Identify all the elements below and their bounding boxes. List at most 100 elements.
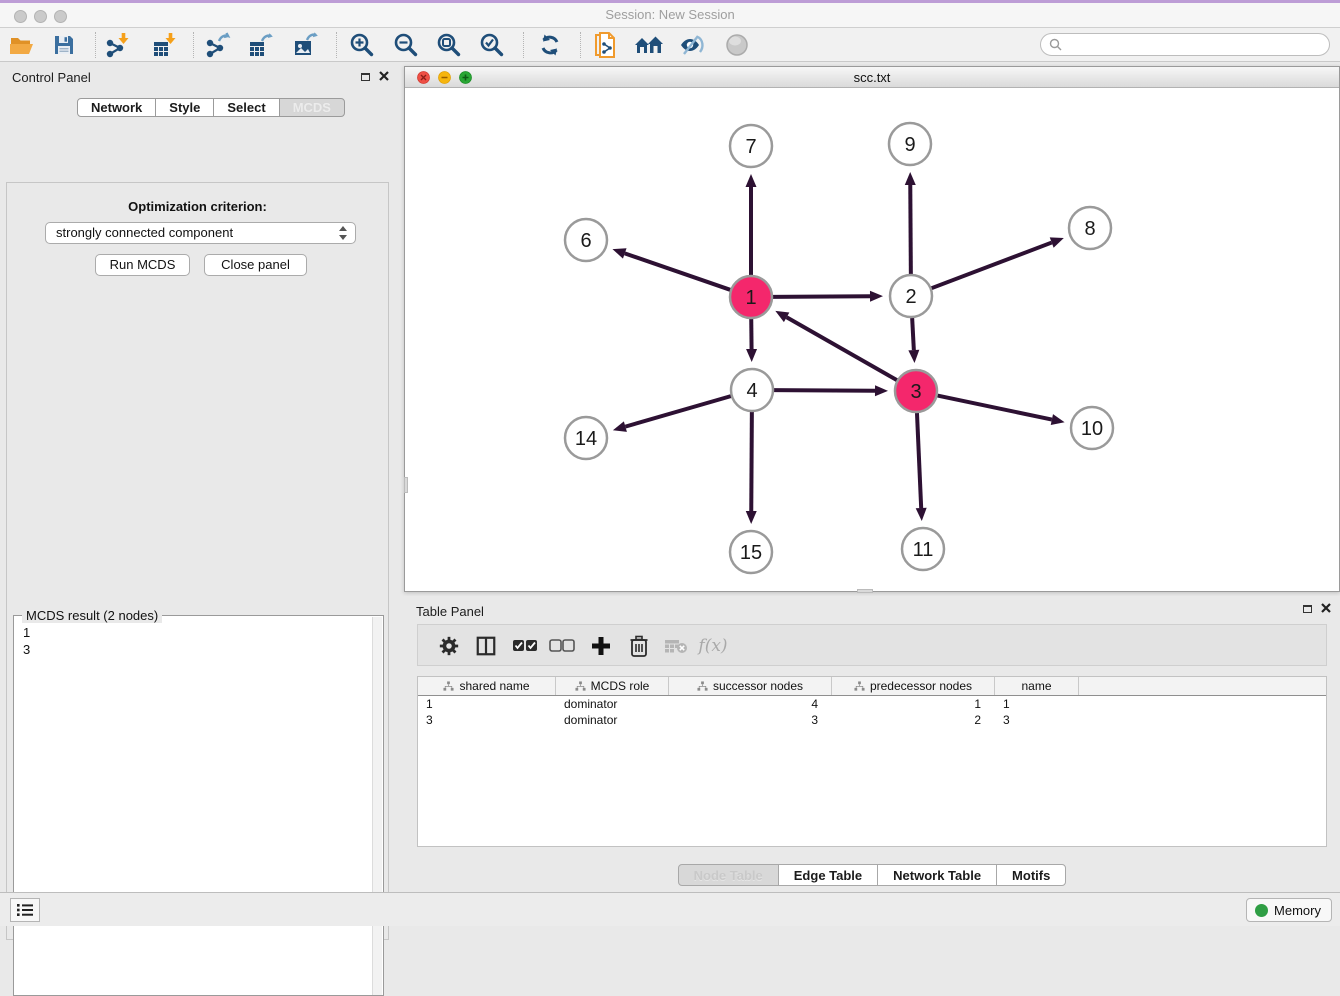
graph-edge-2-3[interactable] xyxy=(912,318,914,350)
table-cell: dominator xyxy=(556,712,669,728)
search-field[interactable] xyxy=(1040,33,1330,56)
run-mcds-button[interactable]: Run MCDS xyxy=(95,254,190,276)
open-session-button[interactable] xyxy=(7,31,37,59)
create-column-button[interactable] xyxy=(586,632,616,660)
zoom-selected-icon xyxy=(479,32,505,58)
table-row[interactable]: 3dominator323 xyxy=(418,712,1326,728)
column-header-predecessor-nodes[interactable]: predecessor nodes xyxy=(832,677,995,695)
select-all-columns-button[interactable] xyxy=(510,632,540,660)
tab-edge-table[interactable]: Edge Table xyxy=(778,864,878,886)
control-panel-title: Control Panel xyxy=(12,70,91,85)
mcds-result-value: 1 xyxy=(23,624,30,641)
export-network-icon xyxy=(205,32,231,58)
graph-edge-3-11[interactable] xyxy=(917,413,921,508)
graph-edge-1-6[interactable] xyxy=(625,253,730,289)
tab-network[interactable]: Network xyxy=(77,98,156,117)
table-settings-button[interactable] xyxy=(434,632,464,660)
zoom-selected-button[interactable] xyxy=(477,31,507,59)
save-session-button[interactable] xyxy=(49,31,79,59)
column-header-label: MCDS role xyxy=(591,679,650,693)
graph-edge-2-8[interactable] xyxy=(932,243,1052,289)
node-table-body: 1dominator4113dominator323 xyxy=(418,696,1326,728)
toolbar-separator xyxy=(523,32,524,58)
optimization-criterion-value: strongly connected component xyxy=(56,225,233,240)
houses-icon xyxy=(634,33,664,57)
sphere-button[interactable] xyxy=(722,31,752,59)
mcds-result-title: MCDS result (2 nodes) xyxy=(22,608,162,623)
optimization-criterion-select[interactable]: strongly connected component xyxy=(45,222,356,244)
search-input[interactable] xyxy=(1067,38,1329,52)
window-titlebar: Session: New Session xyxy=(0,0,1340,28)
control-panel-close-icon[interactable] xyxy=(378,70,390,82)
graph-edge-arrowhead xyxy=(746,174,757,187)
task-history-button[interactable] xyxy=(10,898,40,922)
graph-edge-arrowhead xyxy=(612,248,626,258)
column-header-name[interactable]: name xyxy=(995,677,1079,695)
graph-edge-3-10[interactable] xyxy=(938,396,1052,420)
graph-edge-4-3[interactable] xyxy=(774,390,875,391)
tab-network-table[interactable]: Network Table xyxy=(877,864,997,886)
column-header-shared-name[interactable]: shared name xyxy=(418,677,556,695)
graph-node-label: 10 xyxy=(1081,418,1103,440)
table-row[interactable]: 1dominator411 xyxy=(418,696,1326,712)
column-sort-icon xyxy=(443,681,454,692)
graph-edge-4-15[interactable] xyxy=(751,412,752,511)
network-window-titlebar: scc.txt xyxy=(405,67,1339,88)
import-network-button[interactable] xyxy=(103,31,133,59)
splitter-grip-horizontal[interactable] xyxy=(857,589,873,593)
main-toolbar xyxy=(0,28,1340,62)
export-network-button[interactable] xyxy=(203,31,233,59)
ndex-button[interactable] xyxy=(634,31,664,59)
delete-table-button[interactable] xyxy=(661,632,691,660)
mcds-result-scrollbar[interactable] xyxy=(372,617,382,995)
open-folder-icon xyxy=(9,33,35,57)
network-canvas[interactable]: 7968124314101511 xyxy=(405,88,1339,591)
graph-edge-4-14[interactable] xyxy=(625,396,730,427)
tab-node-table[interactable]: Node Table xyxy=(678,864,779,886)
graph-node-label: 6 xyxy=(580,230,591,252)
zoom-fit-button[interactable] xyxy=(434,31,464,59)
zoom-in-icon xyxy=(349,32,375,58)
column-header-MCDS-role[interactable]: MCDS role xyxy=(556,677,669,695)
table-panel-close-icon[interactable] xyxy=(1320,602,1332,614)
import-table-button[interactable] xyxy=(150,31,180,59)
graph-edge-3-1[interactable] xyxy=(787,317,897,380)
graph-node-label: 8 xyxy=(1084,218,1095,240)
unselect-all-columns-button[interactable] xyxy=(547,632,577,660)
gear-icon xyxy=(438,635,460,657)
column-header-successor-nodes[interactable]: successor nodes xyxy=(669,677,832,695)
export-image-button[interactable] xyxy=(291,31,321,59)
show-column-panel-button[interactable] xyxy=(471,632,501,660)
table-panel-float-icon[interactable] xyxy=(1303,605,1312,613)
control-panel-float-icon[interactable] xyxy=(361,73,370,81)
apply-layout-refresh-icon xyxy=(538,33,562,57)
toolbar-separator xyxy=(336,32,337,58)
function-builder-button[interactable]: f(x) xyxy=(698,632,728,660)
graph-edge-1-2[interactable] xyxy=(773,296,870,297)
hide-panel-button[interactable] xyxy=(677,31,707,59)
export-table-button[interactable] xyxy=(246,31,276,59)
close-panel-button[interactable]: Close panel xyxy=(204,254,307,276)
clone-network-button[interactable] xyxy=(590,31,620,59)
table-cell: 1 xyxy=(995,696,1079,712)
zoom-fit-icon xyxy=(436,32,462,58)
list-icon xyxy=(16,903,34,917)
table-cell: 3 xyxy=(995,712,1079,728)
fx-icon: f(x) xyxy=(698,636,727,656)
graph-edge-2-9[interactable] xyxy=(910,185,911,274)
zoom-out-button[interactable] xyxy=(391,31,421,59)
tab-style[interactable]: Style xyxy=(155,98,214,117)
tab-select[interactable]: Select xyxy=(213,98,279,117)
splitter-grip-vertical[interactable] xyxy=(404,477,408,493)
apply-layout-button[interactable] xyxy=(535,31,565,59)
import-network-icon xyxy=(105,32,131,58)
tab-mcds[interactable]: MCDS xyxy=(279,98,345,117)
graph-edge-arrowhead xyxy=(746,511,757,524)
zoom-in-button[interactable] xyxy=(347,31,377,59)
plus-icon xyxy=(591,636,611,656)
tab-motifs[interactable]: Motifs xyxy=(996,864,1066,886)
column-header-label: name xyxy=(1021,679,1051,693)
memory-button[interactable]: Memory xyxy=(1246,898,1332,922)
graph-edge-arrowhead xyxy=(613,421,627,432)
delete-column-button[interactable] xyxy=(624,632,654,660)
